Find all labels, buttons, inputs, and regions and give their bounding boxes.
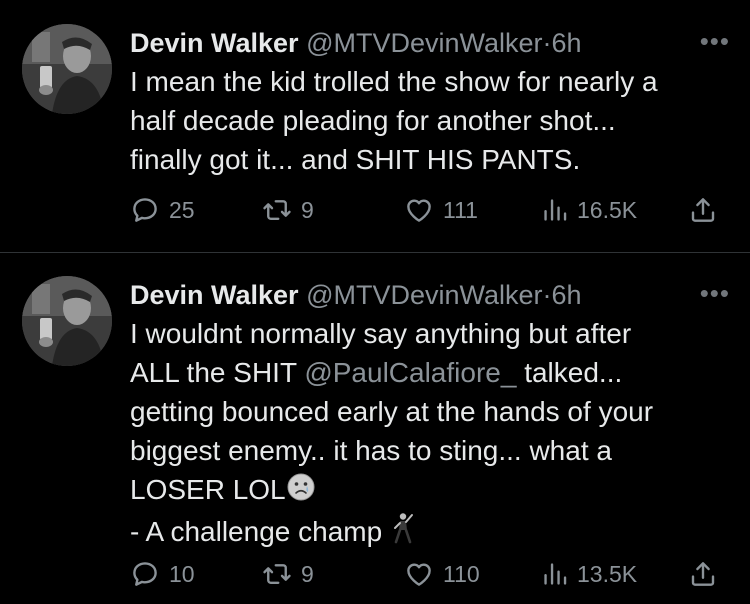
tweet-text-line: - A challenge champ xyxy=(130,512,730,555)
share-icon xyxy=(691,198,715,222)
text-segment: LOSER LOL xyxy=(130,474,286,505)
reply-button[interactable]: 25 xyxy=(130,193,195,227)
author-handle[interactable]: @MTVDevinWalker xyxy=(306,280,542,310)
tweet-text-line: biggest enemy.. it has to sting... what … xyxy=(130,435,612,466)
views-count: 13.5K xyxy=(577,560,638,587)
more-icon[interactable]: ••• xyxy=(700,24,730,58)
tweet-actions: 25 9 111 16.5K xyxy=(130,193,730,227)
separator-dot: · xyxy=(542,280,552,310)
man-dancing-emoji xyxy=(390,512,416,554)
views-icon xyxy=(544,199,567,221)
tweet-text-line: LOSER LOL xyxy=(130,470,730,512)
retweet-button[interactable]: 9 xyxy=(262,557,314,591)
views-count: 16.5K xyxy=(577,196,638,223)
avatar[interactable] xyxy=(22,24,112,114)
tweet-text-line: ALL the SHIT @PaulCalafiore_ talked... xyxy=(130,353,730,392)
like-icon xyxy=(407,563,431,586)
reply-icon xyxy=(133,562,157,586)
reply-icon xyxy=(133,198,157,222)
tweet[interactable]: Devin Walker @MTVDevinWalker·6h ••• I me… xyxy=(0,0,750,252)
like-button[interactable]: 110 xyxy=(404,557,480,591)
author-name[interactable]: Devin Walker xyxy=(130,28,299,58)
retweet-count: 9 xyxy=(301,560,314,587)
tweet-text-line: I mean the kid trolled the show for near… xyxy=(130,66,658,97)
mention-link[interactable]: @PaulCalafiore_ xyxy=(304,357,516,388)
tweet-text-line: finally got it... and SHIT HIS PANTS. xyxy=(130,144,581,175)
author-name[interactable]: Devin Walker xyxy=(130,280,299,310)
tweet-text: I wouldnt normally say anything but afte… xyxy=(130,314,730,554)
tweet-actions: 10 9 110 13.5K xyxy=(130,557,730,591)
retweet-count: 9 xyxy=(301,196,314,223)
timestamp[interactable]: 6h xyxy=(552,280,582,310)
retweet-icon xyxy=(263,200,291,220)
crying-face-emoji xyxy=(286,472,316,512)
tweet-text-line: I wouldnt normally say anything but afte… xyxy=(130,318,632,349)
retweet-icon xyxy=(263,564,291,584)
like-count: 110 xyxy=(443,560,480,587)
text-segment: ALL the SHIT xyxy=(130,357,305,388)
like-count: 111 xyxy=(443,196,478,223)
text-segment: - A challenge champ xyxy=(130,515,390,547)
text-segment: talked... xyxy=(516,357,623,388)
tweet-text-line: half decade pleading for another shot... xyxy=(130,105,616,136)
author-handle[interactable]: @MTVDevinWalker xyxy=(306,28,542,58)
like-icon xyxy=(407,199,431,222)
tweet-text-line: getting bounced early at the hands of yo… xyxy=(130,396,654,427)
views-icon xyxy=(544,563,567,585)
like-button[interactable]: 111 xyxy=(404,193,478,227)
views-button[interactable]: 16.5K xyxy=(542,193,637,227)
more-icon[interactable]: ••• xyxy=(700,276,730,310)
share-button[interactable] xyxy=(688,193,718,227)
timestamp[interactable]: 6h xyxy=(552,28,582,58)
tweet-header: Devin Walker @MTVDevinWalker·6h ••• xyxy=(130,278,730,312)
avatar[interactable] xyxy=(22,276,112,366)
tweet-header: Devin Walker @MTVDevinWalker·6h ••• xyxy=(130,26,730,60)
share-button[interactable] xyxy=(688,557,718,591)
tweet-text: I mean the kid trolled the show for near… xyxy=(130,62,730,179)
separator-dot: · xyxy=(542,28,552,58)
views-button[interactable]: 13.5K xyxy=(542,557,637,591)
reply-count: 10 xyxy=(169,560,195,587)
reply-button[interactable]: 10 xyxy=(130,557,195,591)
reply-count: 25 xyxy=(169,196,195,223)
tweet[interactable]: Devin Walker @MTVDevinWalker·6h ••• I wo… xyxy=(0,252,750,604)
share-icon xyxy=(691,562,715,586)
retweet-button[interactable]: 9 xyxy=(262,193,314,227)
